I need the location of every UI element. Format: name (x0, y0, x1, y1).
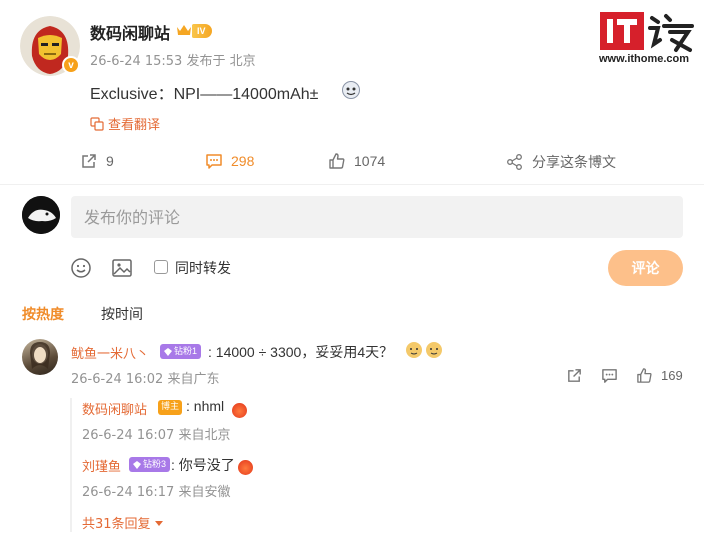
verified-badge: v (62, 56, 80, 74)
reply-author-name[interactable]: 刘瑾鱼 (82, 456, 121, 475)
repost-checkbox-label[interactable]: 同时转发 (175, 258, 231, 278)
share-button[interactable]: 分享这条博文 (506, 152, 616, 172)
angry-emoji-icon (238, 457, 253, 476)
thumbs-up-icon (329, 153, 345, 169)
comment-like-button[interactable] (636, 367, 653, 388)
ithome-logo (600, 10, 696, 54)
blogger-badge: 博主 (158, 400, 183, 415)
post-text: Exclusive：NPI——14000mAh± (90, 86, 319, 103)
comment-icon (602, 369, 617, 383)
share-icon (507, 154, 522, 170)
thumbs-up-icon (637, 368, 652, 383)
blogger-badge-label: 博主 (158, 400, 183, 415)
emoji-button[interactable] (70, 257, 92, 283)
commenter-name[interactable]: 鱿鱼一米八丶 (71, 343, 149, 362)
doge-face-icon (342, 81, 360, 99)
crown-icon (176, 22, 192, 42)
repost-checkbox[interactable] (154, 260, 168, 274)
translate-icon (90, 116, 104, 131)
fan-badge-label: 钻粉3 (143, 459, 167, 469)
translate-label: 查看翻译 (108, 118, 161, 133)
comment-input[interactable] (71, 196, 683, 238)
comment-meta: 26-6-24 16:02 来自广东 (71, 372, 220, 387)
comment-repost-button[interactable] (566, 367, 583, 388)
doge-emoji-icon (405, 341, 443, 363)
like-count: 1074 (354, 153, 386, 169)
fan-badge-label: 钻粉1 (174, 346, 198, 356)
reply-text: : 你号没了 (171, 457, 235, 473)
diamond-icon (164, 347, 172, 356)
repost-button[interactable]: 9 (80, 152, 114, 170)
reply-meta: 26-6-24 16:07 来自北京 (82, 428, 231, 443)
sort-by-hot-tab[interactable]: 按热度 (22, 304, 64, 324)
post-author-name[interactable]: 数码闲聊站 (90, 20, 170, 44)
submit-comment-button[interactable]: 评论 (608, 250, 683, 286)
repost-count: 9 (106, 153, 114, 169)
comment-text: : 14000 ÷ 3300，妥妥用4天？ (208, 344, 394, 360)
ithome-url: www.ithome.com (599, 53, 690, 65)
repost-icon (568, 369, 581, 382)
comment-like-count: 169 (661, 368, 683, 383)
more-replies-label: 共31条回复 (82, 517, 151, 532)
caret-down-icon (154, 520, 163, 526)
like-button[interactable]: 1074 (328, 152, 385, 170)
reply-author-name[interactable]: 数码闲聊站 (82, 399, 147, 418)
commenter-avatar[interactable] (22, 339, 58, 375)
sort-by-time-tab[interactable]: 按时间 (101, 304, 143, 324)
reply-meta: 26-6-24 16:17 来自安徽 (82, 485, 231, 500)
view-more-replies-link[interactable]: 共31条回复 (82, 513, 164, 532)
comment-icon (206, 154, 222, 169)
reply-thread-bar (70, 398, 72, 532)
repost-icon (82, 154, 96, 168)
translate-link[interactable]: 查看翻译 (90, 114, 160, 133)
level-badge: IV (192, 24, 212, 38)
comment-count: 298 (231, 153, 255, 169)
fan-badge: 钻粉3 (129, 457, 171, 472)
image-icon (112, 259, 132, 277)
smiley-icon (71, 258, 91, 278)
image-button[interactable] (111, 257, 133, 283)
share-label: 分享这条博文 (532, 154, 616, 170)
fan-badge: 钻粉1 (160, 344, 202, 359)
reply-text: : nhml (186, 398, 225, 414)
my-avatar[interactable] (22, 196, 60, 234)
divider (0, 184, 704, 185)
diamond-icon (133, 460, 141, 469)
angry-emoji-icon (232, 400, 247, 419)
comment-button[interactable]: 298 (205, 152, 254, 170)
comment-reply-button[interactable] (601, 367, 618, 388)
post-meta: 26-6-24 15:53 发布于 北京 (90, 54, 256, 69)
